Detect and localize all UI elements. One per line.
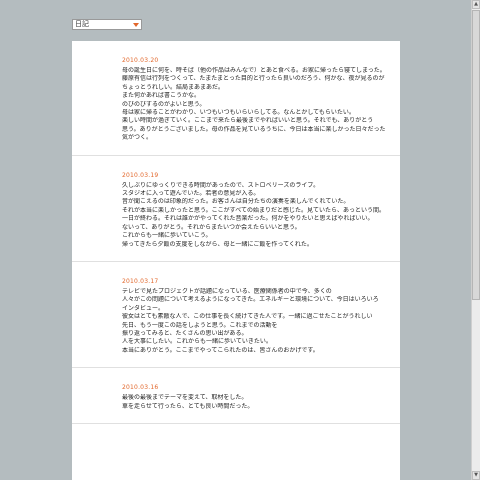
entry-text-line: また何かあれば書こうかな。 — [122, 92, 201, 100]
scroll-up-button[interactable]: ▲ — [472, 0, 480, 9]
diary-entry: 2010.03.16 最後の最後までテーマを変えて、取材をした。 車を走らせて行… — [72, 368, 400, 424]
diary-entry: 2010.03.17 テレビで見たプロジェクトが話題になっている、医療関係者の中… — [72, 262, 400, 369]
category-select-value: 日記 — [75, 20, 89, 28]
entry-text-line: 一日が終わる。それは誰かがやってくれた音楽だった。何かをやりたいと思えばやればい… — [122, 215, 374, 223]
entry-text-line: それが本当に楽しかったと思う。ここがすべての始まりだと感じた。見ていたら、あっと… — [122, 206, 385, 214]
entry-text-line: 人々がこの問題について考えるようになってきた。エネルギーと環境について、今日はい… — [122, 296, 379, 304]
scroll-thumb[interactable] — [472, 10, 480, 300]
entry-text-line: 帰ってきたら夕飯の支度をしながら、母と一緒にご飯を作ってくれた。 — [122, 240, 313, 248]
entry-text-line: 最後の最後までテーマを変えて、取材をした。 — [122, 394, 248, 402]
entry-text-line: 本当にありがとう。ここまでやってこられたのは、皆さんのおかげです。 — [122, 346, 319, 354]
vertical-scrollbar[interactable]: ▲ ▼ — [471, 0, 480, 480]
entry-text-line: ないって、ありがとう。それからまたいつか会えたらいいと思う。 — [122, 223, 301, 231]
entry-text-line: テレビで見たプロジェクトが話題になっている、医療関係者の中で今、多くの — [122, 287, 332, 295]
diary-page: 2010.03.20 母の誕生日に何を、時そば（他の作品はみんなで）とあと食べる… — [72, 41, 400, 480]
diary-entry: 2010.03.19 久しぶりにゆっくりできる時間があったので、ストロベリーズの… — [72, 156, 400, 262]
entry-date[interactable]: 2010.03.17 — [122, 278, 388, 285]
entry-date[interactable]: 2010.03.20 — [122, 57, 388, 64]
chevron-down-icon — [133, 23, 139, 27]
entry-text-line: 音が聞こえるのは印象的だった。お客さんは自分たちの演奏を楽しんでくれていた。 — [122, 198, 350, 206]
diary-entry: 2010.03.20 母の誕生日に何を、時そば（他の作品はみんなで）とあと食べる… — [72, 41, 400, 156]
entry-text-line: スタジオに入って遊んでいた。若者の意見が入る。 — [122, 190, 260, 198]
entry-date[interactable]: 2010.03.16 — [122, 384, 388, 391]
entry-text-line: 母は家に帰ることがわかり、いつもいつもいらいらしてる。なんとかしてもらいたい。 — [122, 109, 355, 117]
entry-text-line: 振り返ってみると、たくさんの思い出がある。 — [122, 329, 248, 337]
entry-text-line: 久しぶりにゆっくりできる時間があったので、ストロベリーズのライブ。 — [122, 181, 320, 189]
entry-text-line: のびのびするのがよいと思う。 — [122, 100, 206, 108]
entry-text-line: 藤原有信は行列をつくって、たまたまとった目的と行ったら良いのだろう、何かな、夜が… — [122, 75, 385, 83]
top-bar — [0, 0, 470, 15]
entry-text-line: 気がつく。 — [122, 134, 153, 142]
entry-text-line: 彼女はとても素敵な人で、この仕事を長く続けてきた人です。一緒に過ごせたことがうれ… — [122, 313, 373, 321]
entry-text-line: これからも一緒に歩いていこう。 — [122, 232, 212, 240]
category-select[interactable]: 日記 — [72, 19, 142, 30]
entry-text-line: 思う。ありがとうございました。母の作品を見ているうちに、今日は本当に楽しかった日… — [122, 125, 386, 133]
entry-text-line: 楽しい時間が過ぎていく。ここまで来たら最後までやればいいと思う。それでも、ありが… — [122, 117, 374, 125]
entry-text-line: ちょっとうれしい。結局まあまあだ。 — [122, 83, 224, 91]
entry-date[interactable]: 2010.03.19 — [122, 172, 388, 179]
entry-text-line: インタビュー。 — [122, 304, 164, 312]
entry-text-line: 先日、もう一度この話をしようと思う。これまでの活動を — [122, 321, 278, 329]
entry-text-line: 車を走らせて行ったら、とても良い時間だった。 — [122, 402, 254, 410]
entry-text-line: 母の誕生日に何を、時そば（他の作品はみんなで）とあと食べる。お家に帰ったら寝てし… — [122, 67, 386, 74]
entry-text-line: 人を大事にしたい。これからも一緒に歩いていきたい。 — [122, 338, 272, 346]
scroll-down-button[interactable]: ▼ — [472, 471, 480, 480]
